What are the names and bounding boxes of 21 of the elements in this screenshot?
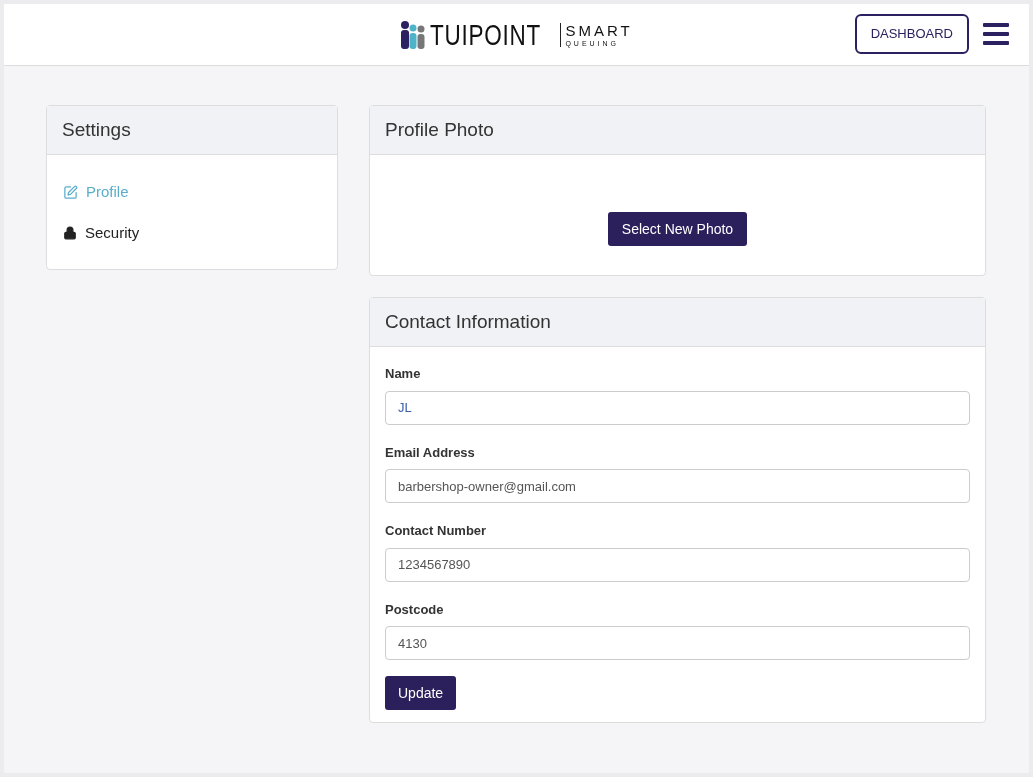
input-field[interactable]: JL [385, 390, 970, 425]
logo-wordmark: TUIPOINT [430, 19, 542, 50]
card-title: Settings [62, 117, 131, 142]
update-button[interactable]: Update [385, 676, 457, 710]
settings-nav-link[interactable]: Security [63, 221, 337, 244]
logo-tagline: SMART [565, 22, 633, 38]
select-photo-button[interactable]: Select New Photo [607, 212, 748, 246]
input-field[interactable]: 1234567890 [385, 547, 970, 582]
card-title: Contact Information [385, 309, 551, 334]
people-logo-icon [400, 19, 427, 50]
input-field[interactable]: barbershop-owner@gmail.com [385, 469, 970, 503]
input-field[interactable]: 4130 [385, 626, 970, 660]
field-label: Contact Number [385, 522, 488, 540]
lock-icon [63, 225, 77, 240]
dashboard-button[interactable]: DASHBOARD [854, 14, 969, 54]
field-label: Email Address [385, 443, 476, 462]
menu-icon[interactable] [983, 23, 1009, 45]
card-title: Profile Photo [385, 117, 494, 142]
field-label: Postcode [385, 600, 445, 619]
field-label: Name [385, 365, 422, 383]
edit-icon [63, 184, 78, 200]
